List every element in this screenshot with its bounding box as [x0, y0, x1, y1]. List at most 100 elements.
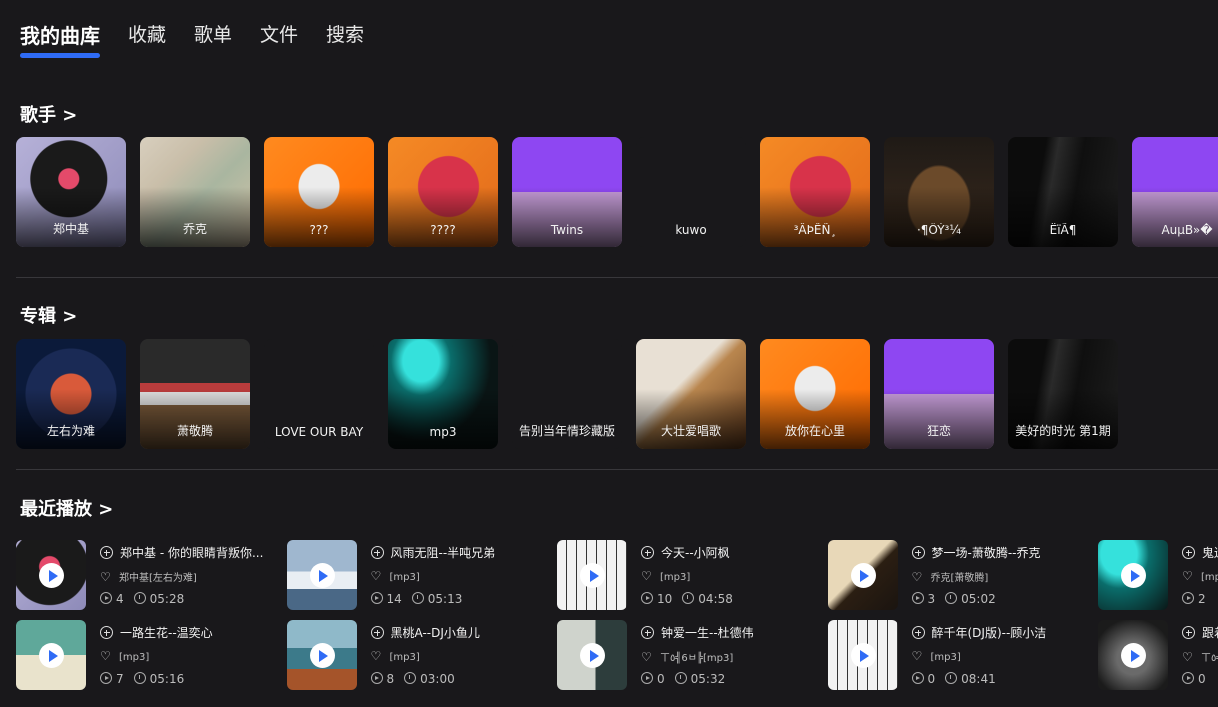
play-icon[interactable] [850, 643, 876, 668]
singer-name: ??? [309, 223, 329, 237]
singer-tile[interactable]: Twins [512, 137, 622, 247]
heart-icon[interactable]: ♡ [100, 649, 113, 663]
play-icon[interactable] [39, 643, 64, 668]
song-title: 今天--小阿枫 [661, 546, 730, 560]
clock-icon [945, 672, 958, 684]
song-item[interactable]: 梦一场-萧敬腾--乔克 ♡ 乔克[萧敬腾] 3 05:02 [827, 540, 1088, 610]
album-tile[interactable]: LOVE OUR BAY [264, 339, 374, 449]
song-cover[interactable] [827, 540, 898, 610]
song-duration: 08:41 [961, 672, 996, 686]
singer-name: ???? [430, 223, 456, 237]
singer-tile[interactable]: ???? [388, 137, 498, 247]
song-meta: 7 05:16 [100, 672, 184, 686]
song-item[interactable]: 郑中基 - 你的眼睛背叛你... ♡ 郑中基[左右为难] 4 05:28 [16, 540, 276, 610]
song-title: 风雨无阻--半吨兄弟 [390, 546, 496, 560]
singer-tile[interactable]: ³ÂÞÊÑ¸ [760, 137, 870, 247]
singer-tile[interactable]: AuµB»� [1132, 137, 1218, 247]
heart-icon[interactable]: ♡ [371, 649, 384, 663]
singers-section-title[interactable]: 歌手 > [20, 101, 77, 127]
tab-my-library[interactable]: 我的曲库 [20, 18, 100, 58]
tile-overlay [1008, 186, 1118, 247]
song-cover[interactable] [557, 620, 627, 690]
play-icon[interactable] [39, 563, 64, 588]
heart-icon[interactable]: ♡ [912, 649, 925, 663]
album-tile[interactable]: 左右为难 [16, 339, 126, 449]
add-icon[interactable] [370, 546, 384, 559]
clock-icon [133, 672, 146, 684]
song-title-row: 风雨无阻--半吨兄弟 [370, 544, 547, 561]
add-icon[interactable] [641, 626, 654, 639]
heart-icon[interactable]: ♡ [100, 570, 113, 584]
tile-overlay [16, 388, 126, 449]
play-icon[interactable] [850, 563, 876, 588]
song-cover[interactable] [16, 620, 86, 690]
heart-icon[interactable]: ♡ [912, 570, 925, 584]
song-duration: 05:02 [961, 592, 996, 606]
play-icon[interactable] [1121, 563, 1146, 588]
song-cover[interactable] [286, 540, 357, 610]
add-icon[interactable] [911, 626, 925, 639]
song-title-row: 一路生花--温奕心 [100, 624, 276, 641]
add-icon[interactable] [370, 626, 384, 639]
song-title-row: 钟爱一生--杜德伟 [641, 624, 817, 641]
song-item[interactable]: 一路生花--温奕心 ♡ [mp3] 7 05:16 [16, 620, 276, 690]
song-sub-row: ♡ [mp3] [912, 649, 1088, 663]
play-count: 7 [116, 672, 124, 686]
recent-section-title[interactable]: 最近播放 > [20, 495, 113, 521]
heart-icon[interactable]: ♡ [1182, 569, 1195, 583]
song-item[interactable]: 钟爱一生--杜德伟 ♡ ㄒ٥╣6ㅂ╠[mp3] 0 05:32 [557, 620, 817, 690]
singer-tile[interactable]: kuwo [636, 137, 746, 247]
tab-playlists[interactable]: 歌单 [194, 18, 232, 49]
song-item[interactable]: 醉千年(DJ版)--顾小洁 ♡ [mp3] 0 08:41 [827, 620, 1088, 690]
song-duration: 05:16 [149, 672, 185, 686]
play-icon[interactable] [1121, 643, 1146, 668]
add-icon[interactable] [1182, 546, 1195, 559]
song-cover[interactable] [1098, 620, 1168, 690]
album-name: 左右为难 [46, 424, 95, 438]
play-icon[interactable] [309, 563, 335, 588]
albums-section-title[interactable]: 专辑 > [20, 302, 77, 328]
song-item[interactable]: 风雨无阻--半吨兄弟 ♡ [mp3] 14 05:13 [286, 540, 547, 610]
song-item[interactable]: 鬼迷 ♡ [mp 2 [1098, 540, 1218, 610]
song-cover[interactable] [286, 620, 357, 690]
album-tile[interactable]: 放你在心里 [760, 339, 870, 449]
album-tile[interactable]: 萧敬腾 [140, 339, 250, 449]
song-cover[interactable] [16, 540, 86, 610]
tab-search[interactable]: 搜索 [326, 18, 364, 49]
album-name: 美好的时光 第1期 [1015, 424, 1111, 438]
singer-tile[interactable]: ·¶ÔÝ³¼ [884, 137, 994, 247]
play-icon[interactable] [580, 563, 605, 588]
album-tile[interactable]: 大壮爱唱歌 [636, 339, 746, 449]
song-cover[interactable] [557, 540, 627, 610]
song-title: 郑中基 - 你的眼睛背叛你... [120, 546, 264, 560]
singer-tile[interactable]: ËïÃ¶ [1008, 137, 1118, 247]
play-count: 0 [657, 672, 665, 686]
heart-icon[interactable]: ♡ [641, 569, 654, 583]
heart-icon[interactable]: ♡ [1182, 650, 1195, 664]
song-item[interactable]: 今天--小阿枫 ♡ [mp3] 10 04:58 [557, 540, 817, 610]
add-icon[interactable] [100, 626, 113, 639]
heart-icon[interactable]: ♡ [641, 650, 654, 664]
album-tile[interactable]: 美好的时光 第1期 [1008, 339, 1118, 449]
album-tile[interactable]: 狂恋 [884, 339, 994, 449]
add-icon[interactable] [1182, 626, 1195, 639]
tile-overlay [512, 186, 622, 247]
song-item[interactable]: 跟着 ♡ ㄒ٥╣ 0 [1098, 620, 1218, 690]
singer-tile[interactable]: 郑中基 [16, 137, 126, 247]
play-icon[interactable] [580, 643, 605, 668]
tab-favorites[interactable]: 收藏 [128, 18, 166, 49]
song-title-row: 郑中基 - 你的眼睛背叛你... [100, 544, 276, 561]
singer-tile[interactable]: ??? [264, 137, 374, 247]
song-item[interactable]: 黑桃A--DJ小鱼儿 ♡ [mp3] 8 03:00 [286, 620, 547, 690]
add-icon[interactable] [911, 546, 925, 559]
add-icon[interactable] [641, 546, 654, 559]
album-tile[interactable]: mp3 [388, 339, 498, 449]
play-icon[interactable] [309, 643, 335, 668]
singer-tile[interactable]: 乔克 [140, 137, 250, 247]
tab-files[interactable]: 文件 [260, 18, 298, 49]
heart-icon[interactable]: ♡ [371, 569, 384, 583]
song-cover[interactable] [1098, 540, 1168, 610]
add-icon[interactable] [100, 546, 113, 559]
song-cover[interactable] [827, 620, 898, 690]
album-tile[interactable]: 告别当年情珍藏版 [512, 339, 622, 449]
